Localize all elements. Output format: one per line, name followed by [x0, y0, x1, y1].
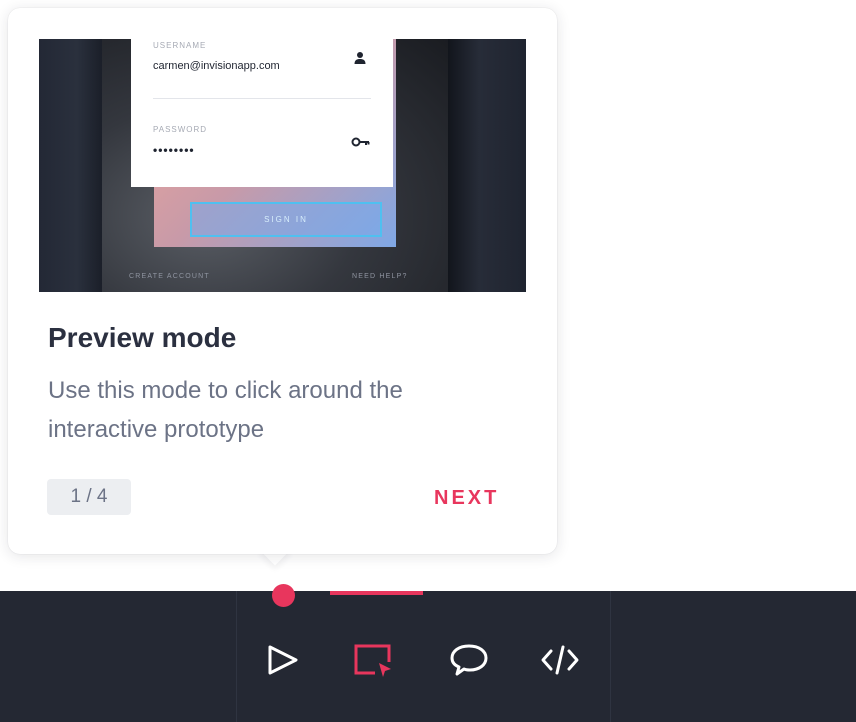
password-value: ••••••••	[153, 143, 195, 157]
illustration-left-panel	[39, 39, 102, 292]
mode-toolbar	[0, 591, 856, 722]
cursor-box-icon	[354, 644, 391, 677]
form-divider	[153, 98, 371, 99]
inspect-mode-button[interactable]	[353, 640, 393, 680]
play-icon	[268, 645, 298, 675]
illustration-create-account: CREATE ACCOUNT	[129, 273, 210, 280]
key-icon	[351, 137, 370, 147]
preview-mode-button[interactable]	[263, 640, 303, 680]
step-counter: 1 / 4	[47, 479, 131, 515]
preview-mode-illustration: USERNAME carmen@invisionapp.com PASSWORD…	[39, 39, 526, 292]
illustration-need-help: NEED HELP?	[352, 273, 408, 280]
password-label: PASSWORD	[153, 125, 208, 134]
tooltip-description: Use this mode to click around the intera…	[48, 377, 403, 443]
code-mode-button[interactable]	[540, 640, 580, 680]
illustration-right-panel	[448, 39, 526, 292]
comment-mode-button[interactable]	[449, 640, 489, 680]
toolbar-separator	[610, 591, 611, 722]
user-icon	[354, 52, 366, 64]
next-button[interactable]: NEXT	[434, 484, 504, 512]
comment-bubble-icon	[450, 644, 488, 676]
illustration-login-form: USERNAME carmen@invisionapp.com PASSWORD…	[131, 39, 393, 187]
username-label: USERNAME	[153, 41, 207, 50]
code-icon	[541, 645, 579, 675]
illustration-signin-button: SIGN IN	[190, 202, 382, 237]
username-value: carmen@invisionapp.com	[153, 60, 280, 72]
active-mode-indicator	[330, 591, 423, 595]
tooltip-title: Preview mode	[48, 322, 237, 353]
tour-hotspot-dot	[272, 584, 295, 607]
toolbar-separator	[236, 591, 237, 722]
onboarding-tooltip: USERNAME carmen@invisionapp.com PASSWORD…	[8, 8, 557, 554]
